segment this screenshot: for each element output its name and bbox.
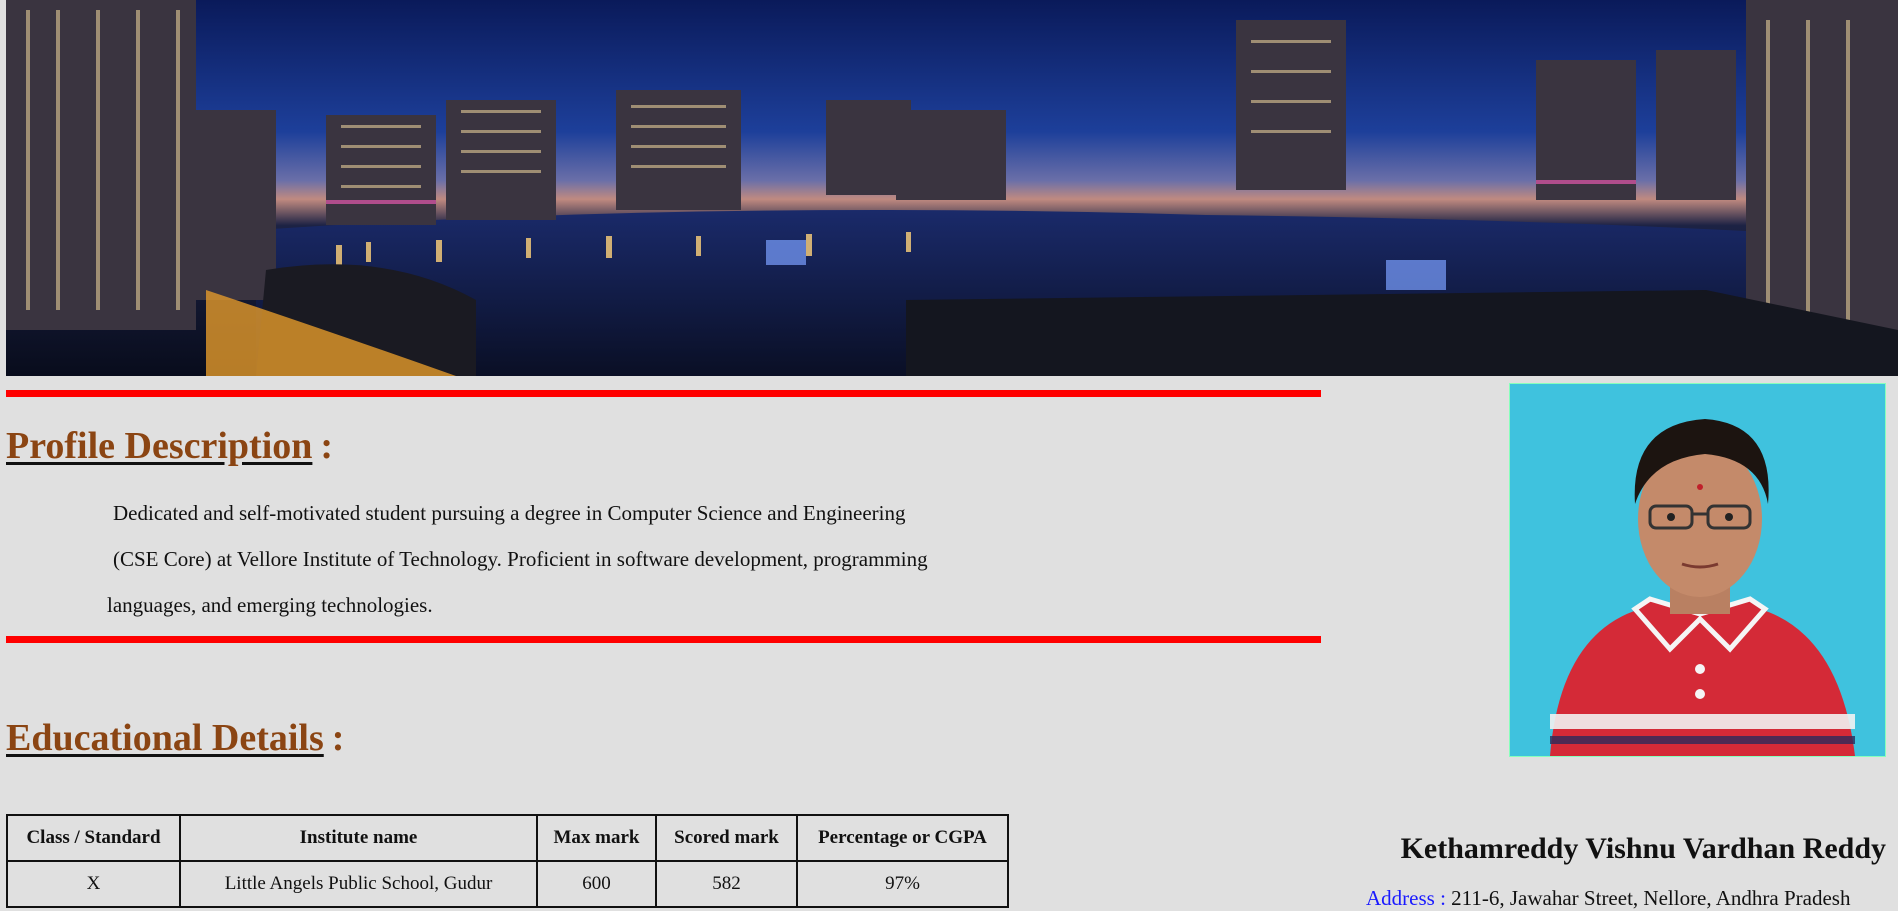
address-line: Address : 211-6, Jawahar Street, Nellore… [1366,886,1850,911]
profile-heading: Profile Description: [6,424,333,468]
cell-scored-mark: 582 [655,860,798,908]
profile-heading-colon: : [320,425,334,467]
profile-line-3: languages, and emerging technologies. [107,593,433,617]
cell-institute: Little Angels Public School, Gudur [179,860,538,908]
column-header-class: Class / Standard [6,814,181,862]
table-row: X Little Angels Public School, Gudur 600… [6,860,1009,908]
cell-percentage: 97% [796,860,1009,908]
person-name: Kethamreddy Vishnu Vardhan Reddy [1400,832,1886,865]
column-header-scored-mark: Scored mark [655,814,798,862]
education-heading-text: Educational Details [6,717,324,759]
education-table: Class / Standard Institute name Max mark… [6,814,1009,908]
bottom-divider [6,636,1321,643]
profile-photo [1509,383,1886,757]
table-header-row: Class / Standard Institute name Max mark… [6,814,1009,862]
profile-description: Dedicated and self-motivated student pur… [107,490,1007,628]
banner-image [6,0,1898,376]
education-heading-colon: : [331,717,345,759]
profile-line-1: Dedicated and self-motivated student pur… [113,501,906,525]
profile-line-2: (CSE Core) at Vellore Institute of Techn… [113,547,928,571]
cell-class: X [6,860,181,908]
address-value: 211-6, Jawahar Street, Nellore, Andhra P… [1451,886,1851,910]
column-header-max-mark: Max mark [536,814,657,862]
profile-heading-text: Profile Description [6,425,313,467]
education-heading: Educational Details: [6,716,344,760]
cell-max-mark: 600 [536,860,657,908]
address-label: Address : [1366,886,1446,910]
top-divider [6,390,1321,397]
column-header-institute: Institute name [179,814,538,862]
column-header-percentage: Percentage or CGPA [796,814,1009,862]
